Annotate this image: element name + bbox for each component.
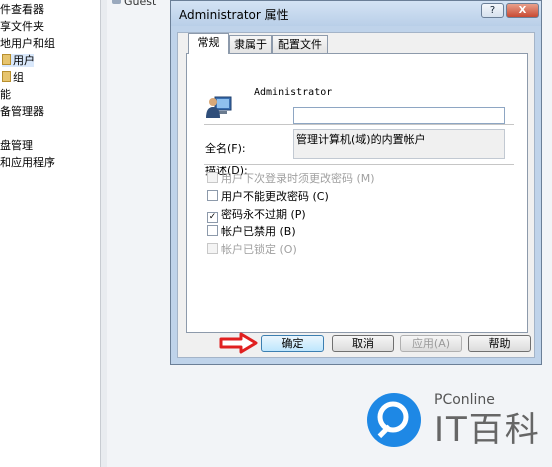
help-icon[interactable]: ? <box>481 3 504 18</box>
watermark-logo <box>367 393 421 447</box>
properties-dialog: Administrator 属性 ? X 常规 隶属于 配置文件 Adminis… <box>170 0 542 365</box>
tree-item-performance[interactable]: 能 <box>0 88 11 101</box>
tree-item-shared-folders[interactable]: 享文件夹 <box>0 20 44 33</box>
tree-item-local-users-groups[interactable]: 地用户和组 <box>0 37 55 50</box>
tab-member-of[interactable]: 隶属于 <box>229 35 272 53</box>
check-icon[interactable]: ✓ <box>207 212 218 223</box>
close-icon[interactable]: X <box>506 3 539 18</box>
divider <box>204 164 514 166</box>
checkbox-account-disabled[interactable]: 帐户已禁用 (B) <box>207 223 296 238</box>
checkbox-cannot-change-password[interactable]: 用户不能更改密码 (C) <box>207 188 329 203</box>
watermark-title: IT百科 <box>434 410 541 450</box>
dialog-titlebar[interactable]: Administrator 属性 ? X <box>171 1 541 26</box>
checkbox-box[interactable] <box>207 190 218 201</box>
tree-item-services-apps[interactable]: 和应用程序 <box>0 156 55 169</box>
search-icon <box>377 401 409 439</box>
apply-button: 应用(A) <box>400 335 462 352</box>
watermark-brand: PConline <box>434 392 495 408</box>
ok-button[interactable]: 确定 <box>261 335 324 352</box>
account-name: Administrator <box>254 87 333 98</box>
checkbox-password-never-expires[interactable]: ✓ 密码永不过期 (P) <box>207 206 306 223</box>
dialog-title: Administrator 属性 <box>179 8 289 22</box>
checkbox-box <box>207 243 218 254</box>
tab-general[interactable]: 常规 <box>188 33 229 54</box>
tab-panel-general: Administrator 全名(F): 描述(D): 管理计算机(域)的内置帐… <box>186 53 528 333</box>
folder-icon <box>2 71 11 82</box>
tree-item-groups[interactable]: 组 <box>2 71 24 84</box>
tree-item-event-viewer[interactable]: 件查看器 <box>0 3 44 16</box>
checkbox-box[interactable] <box>207 225 218 236</box>
arrow-right-icon <box>219 332 258 354</box>
user-icon <box>112 0 121 4</box>
dialog-body: 常规 隶属于 配置文件 Administrator 全名(F): 描述(D): … <box>177 32 535 358</box>
folder-icon <box>2 54 11 65</box>
tree-scrollbar[interactable] <box>100 0 107 467</box>
fullname-label: 全名(F): <box>205 142 246 155</box>
fullname-input[interactable] <box>293 107 505 124</box>
user-icon <box>206 96 232 118</box>
list-item-guest[interactable]: Guest <box>124 0 156 8</box>
tab-profile[interactable]: 配置文件 <box>272 35 328 53</box>
checkbox-must-change-password: 用户下次登录时须更改密码 (M) <box>207 170 375 185</box>
tree-item-device-manager[interactable]: 备管理器 <box>0 105 44 118</box>
help-button[interactable]: 帮助 <box>468 335 531 352</box>
checkbox-box <box>207 172 218 183</box>
description-field[interactable]: 管理计算机(域)的内置帐户 <box>293 129 505 159</box>
tree-item-users[interactable]: 用户 <box>2 54 35 67</box>
divider <box>204 124 514 126</box>
cancel-button[interactable]: 取消 <box>332 335 394 352</box>
tree-item-disk-management[interactable]: 盘管理 <box>0 139 33 152</box>
checkbox-account-locked: 帐户已锁定 (O) <box>207 241 297 256</box>
tree-pane: 件查看器 享文件夹 地用户和组 用户 组 能 备管理器 盘管理 和应用程序 <box>0 0 100 467</box>
